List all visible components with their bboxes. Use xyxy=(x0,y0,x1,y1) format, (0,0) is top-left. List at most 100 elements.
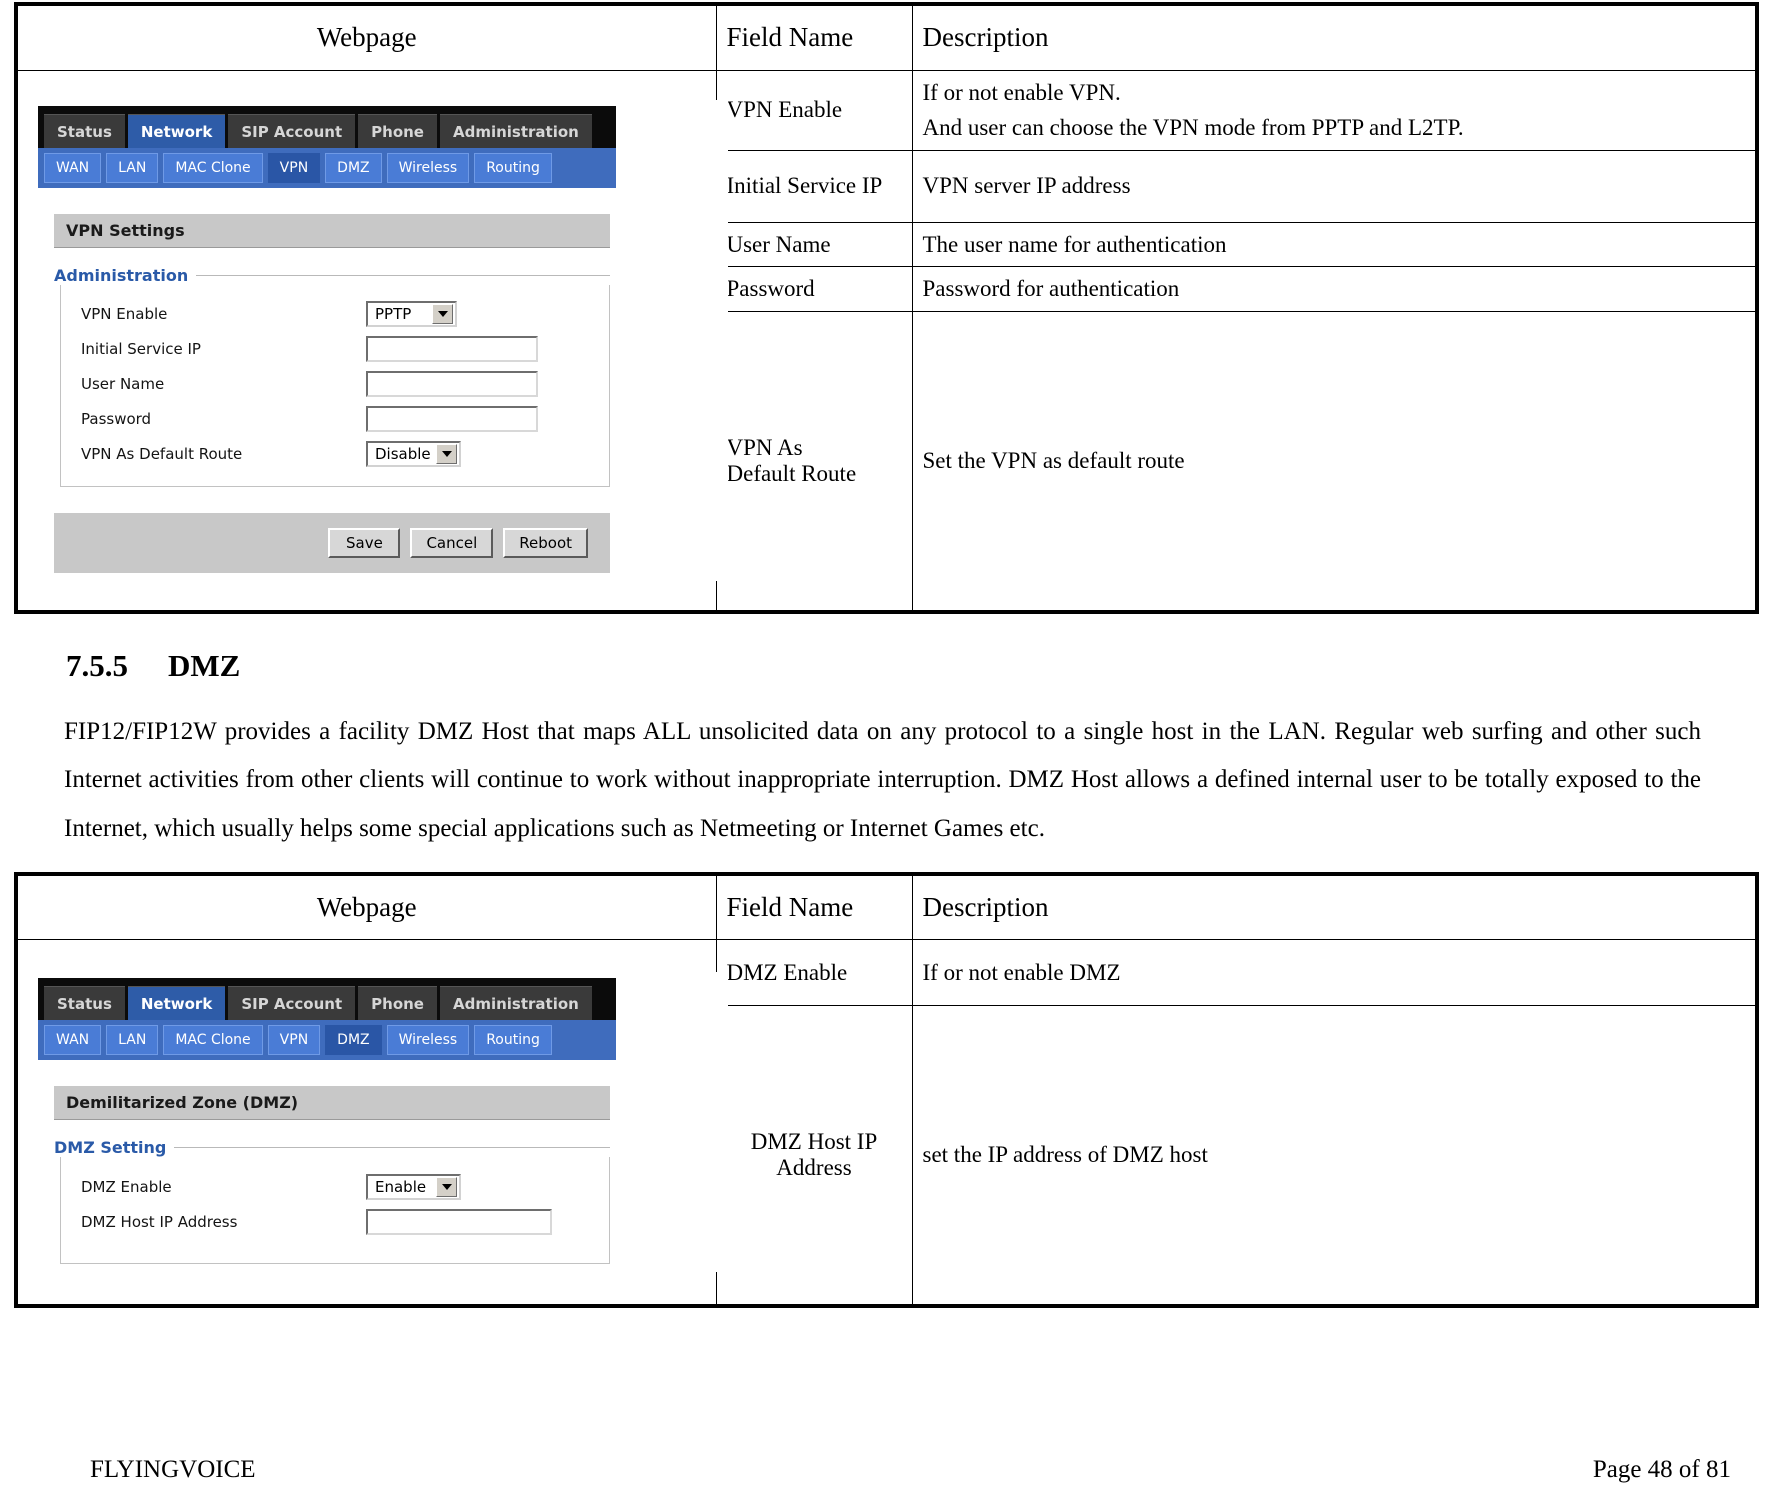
description-cell: Set the VPN as default route xyxy=(911,311,1758,613)
field-cell: DMZ Enable xyxy=(715,939,913,1007)
dmz-fieldset: DMZ Enable Enable DMZ Host IP Address xyxy=(60,1157,610,1265)
dmz-enable-label: DMZ Enable xyxy=(81,1177,172,1196)
vpn-default-route-label: VPN As Default Route xyxy=(81,445,243,464)
legend-divider xyxy=(196,274,610,276)
field-row-vpn-enable: VPN Enable PPTP xyxy=(61,297,609,332)
field-cell: DMZ Host IP Address xyxy=(715,1005,913,1307)
main-tab-sip-account[interactable]: SIP Account xyxy=(228,986,356,1021)
initial-service-ip-input[interactable] xyxy=(366,336,538,363)
header-description: Description xyxy=(911,3,1758,71)
field-row-user-name: User Name xyxy=(61,367,609,402)
sub-tab-routing[interactable]: Routing xyxy=(474,152,552,183)
vpn-default-route-value: Disable xyxy=(375,445,431,464)
main-tab-administration[interactable]: Administration xyxy=(439,986,592,1021)
dmz-setting-legend-label: DMZ Setting xyxy=(54,1138,167,1158)
legend-divider xyxy=(174,1147,610,1149)
cancel-button[interactable]: Cancel xyxy=(410,527,494,558)
vpn-button-bar: Save Cancel Reboot xyxy=(54,512,610,573)
description-line: And user can choose the VPN mode from PP… xyxy=(922,115,1464,141)
sub-tab-wireless[interactable]: Wireless xyxy=(386,1025,470,1056)
description-cell: If or not enable VPN. And user can choos… xyxy=(911,69,1758,151)
administration-legend: Administration xyxy=(54,266,610,285)
table-row: Status Network SIP Account Phone Adminis… xyxy=(15,69,1758,613)
description-cell: If or not enable DMZ xyxy=(911,939,1758,1007)
section-number: 7.5.5 xyxy=(66,647,128,683)
sub-tab-lan[interactable]: LAN xyxy=(106,1025,159,1056)
password-input[interactable] xyxy=(366,406,538,433)
vpn-default-route-select[interactable]: Disable xyxy=(366,441,461,468)
sub-tab-bar: WAN LAN MAC Clone VPN DMZ Wireless Routi… xyxy=(38,1020,616,1061)
chevron-down-icon[interactable] xyxy=(432,304,453,325)
vpn-enable-value: PPTP xyxy=(375,305,412,324)
dmz-enable-value: Enable xyxy=(375,1177,427,1196)
user-name-input[interactable] xyxy=(366,371,538,398)
vpn-enable-label: VPN Enable xyxy=(81,305,168,324)
sub-tab-wireless[interactable]: Wireless xyxy=(386,152,470,183)
reboot-button[interactable]: Reboot xyxy=(503,527,588,558)
section-heading: 7.5.5 DMZ xyxy=(64,648,1701,684)
header-field-name: Field Name xyxy=(715,873,913,941)
header-webpage: Webpage xyxy=(15,873,717,941)
main-tab-phone[interactable]: Phone xyxy=(358,113,437,148)
main-tab-sip-account[interactable]: SIP Account xyxy=(228,113,356,148)
password-label: Password xyxy=(81,410,152,429)
vpn-webpage-screenshot: Status Network SIP Account Phone Adminis… xyxy=(15,69,728,613)
sub-tab-dmz[interactable]: DMZ xyxy=(325,1025,382,1056)
page-footer: FLYINGVOICE Page 48 of 81 xyxy=(0,1456,1765,1484)
field-cell: Initial Service IP xyxy=(715,149,913,223)
sub-tab-vpn[interactable]: VPN xyxy=(267,1025,321,1056)
field-cell: User Name xyxy=(715,221,913,268)
main-tab-bar: Status Network SIP Account Phone Adminis… xyxy=(38,105,616,148)
sub-tab-mac-clone[interactable]: MAC Clone xyxy=(163,1025,263,1056)
dmz-spec-table: Webpage Field Name Description Status Ne… xyxy=(14,871,1759,1308)
footer-company: FLYINGVOICE xyxy=(90,1456,256,1483)
sub-tab-wan[interactable]: WAN xyxy=(44,152,102,183)
main-tab-network[interactable]: Network xyxy=(127,113,226,148)
description-cell: Password for authentication xyxy=(911,266,1758,313)
table-row: Status Network SIP Account Phone Adminis… xyxy=(15,939,1758,1307)
sub-tab-wan[interactable]: WAN xyxy=(44,1025,102,1056)
header-description: Description xyxy=(911,873,1758,941)
router-web-ui-vpn: Status Network SIP Account Phone Adminis… xyxy=(28,99,728,581)
description-line: If or not enable VPN. xyxy=(922,79,1121,105)
sub-tab-routing[interactable]: Routing xyxy=(474,1025,552,1056)
sub-tab-dmz[interactable]: DMZ xyxy=(325,152,382,183)
field-row-vpn-default-route: VPN As Default Route Disable xyxy=(61,437,609,472)
footer-page-number: Page 48 of 81 xyxy=(1592,1456,1731,1483)
header-field-name: Field Name xyxy=(715,3,913,71)
dmz-setting-legend: DMZ Setting xyxy=(54,1138,610,1157)
main-tab-network[interactable]: Network xyxy=(127,986,226,1021)
dmz-panel-title: Demilitarized Zone (DMZ) xyxy=(54,1086,610,1121)
main-tab-phone[interactable]: Phone xyxy=(358,986,437,1021)
field-row-initial-service-ip: Initial Service IP xyxy=(61,332,609,367)
header-webpage: Webpage xyxy=(15,3,717,71)
field-cell: Password xyxy=(715,266,913,313)
dmz-enable-select[interactable]: Enable xyxy=(366,1173,461,1200)
dmz-webpage-screenshot: Status Network SIP Account Phone Adminis… xyxy=(15,939,728,1307)
vpn-fieldset: VPN Enable PPTP Initial Service IP User … xyxy=(60,284,610,487)
vpn-settings-panel-title: VPN Settings xyxy=(54,213,610,248)
router-web-ui-dmz: Status Network SIP Account Phone Adminis… xyxy=(28,972,728,1273)
main-tab-administration[interactable]: Administration xyxy=(439,113,592,148)
main-tab-bar: Status Network SIP Account Phone Adminis… xyxy=(38,978,616,1021)
dmz-host-ip-input[interactable] xyxy=(366,1208,552,1235)
main-tab-status[interactable]: Status xyxy=(44,986,125,1021)
table-header-row: Webpage Field Name Description xyxy=(15,873,1758,941)
dmz-host-ip-label: DMZ Host IP Address xyxy=(81,1212,238,1231)
field-row-password: Password xyxy=(61,402,609,437)
user-name-label: User Name xyxy=(81,375,165,394)
initial-service-ip-label: Initial Service IP xyxy=(81,340,201,359)
chevron-down-icon[interactable] xyxy=(436,1176,457,1197)
field-row-dmz-host-ip: DMZ Host IP Address xyxy=(61,1204,609,1239)
vpn-enable-select[interactable]: PPTP xyxy=(366,301,457,328)
sub-tab-lan[interactable]: LAN xyxy=(106,152,159,183)
field-cell: VPN As Default Route xyxy=(715,311,913,613)
section-paragraph: FIP12/FIP12W provides a facility DMZ Hos… xyxy=(64,717,1701,843)
sub-tab-vpn[interactable]: VPN xyxy=(267,152,321,183)
sub-tab-mac-clone[interactable]: MAC Clone xyxy=(163,152,263,183)
field-cell: VPN Enable xyxy=(715,69,913,151)
vpn-spec-table: Webpage Field Name Description Status Ne… xyxy=(14,2,1759,614)
chevron-down-icon[interactable] xyxy=(436,444,457,465)
main-tab-status[interactable]: Status xyxy=(44,113,125,148)
save-button[interactable]: Save xyxy=(328,527,401,558)
